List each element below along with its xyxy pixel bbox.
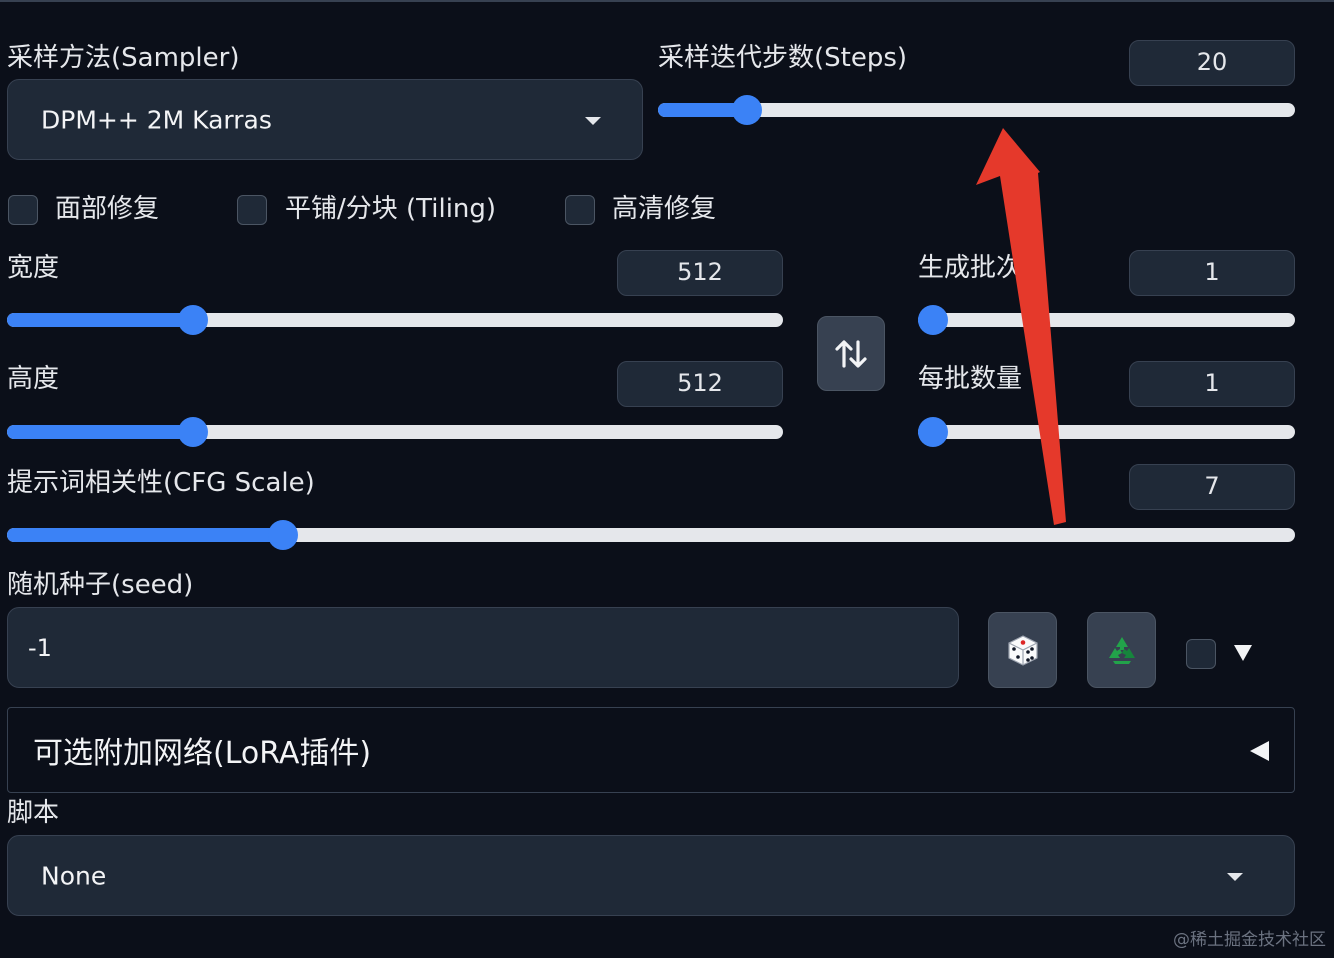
steps-number-input[interactable]: 20 <box>1129 40 1295 86</box>
steps-slider-thumb[interactable] <box>732 95 763 125</box>
batch-count-number-input[interactable]: 1 <box>1129 250 1295 296</box>
swap-dimensions-button[interactable] <box>817 316 885 391</box>
cfg-slider-fill <box>7 528 283 542</box>
tiling-checkbox[interactable] <box>237 195 267 225</box>
height-label: 高度 <box>7 364 60 394</box>
batch-count-slider[interactable] <box>918 305 1295 335</box>
watermark: @稀土掘金技术社区 <box>1173 930 1326 950</box>
steps-slider[interactable] <box>658 95 1295 125</box>
width-slider-thumb[interactable] <box>178 305 209 335</box>
height-number-input[interactable]: 512 <box>617 361 783 407</box>
hires-fix-checkbox[interactable] <box>565 195 595 225</box>
steps-label: 采样迭代步数(Steps) <box>658 43 908 73</box>
seed-input[interactable]: -1 <box>7 607 959 688</box>
tiling-label: 平铺/分块 (Tiling) <box>285 194 497 224</box>
cfg-slider-thumb[interactable] <box>267 520 298 550</box>
face-restore-label: 面部修复 <box>55 194 160 224</box>
face-restore-checkbox[interactable] <box>8 195 38 225</box>
seed-label: 随机种子(seed) <box>7 570 194 600</box>
script-label: 脚本 <box>7 798 60 828</box>
reuse-seed-button[interactable] <box>1087 612 1156 688</box>
batch-size-slider[interactable] <box>918 417 1295 447</box>
lora-accordion[interactable]: 可选附加网络(LoRA插件) <box>7 707 1295 793</box>
batch-count-label: 生成批次 <box>918 253 1023 283</box>
seed-value: -1 <box>28 633 52 662</box>
cfg-number-input[interactable]: 7 <box>1129 464 1295 510</box>
width-slider[interactable] <box>7 305 783 335</box>
batch-size-label: 每批数量 <box>918 364 1023 394</box>
height-slider-thumb[interactable] <box>178 417 209 447</box>
hires-fix-label: 高清修复 <box>612 194 717 224</box>
expand-triangle-icon[interactable] <box>1233 644 1253 662</box>
extra-seed-checkbox[interactable] <box>1186 639 1216 669</box>
cfg-label: 提示词相关性(CFG Scale) <box>7 468 315 498</box>
width-label: 宽度 <box>7 253 60 283</box>
sampler-value: DPM++ 2M Karras <box>41 105 272 134</box>
collapse-triangle-icon[interactable] <box>1248 740 1270 762</box>
chevron-down-icon <box>1227 872 1243 881</box>
batch-size-number-input[interactable]: 1 <box>1129 361 1295 407</box>
batch-size-slider-thumb[interactable] <box>918 417 948 447</box>
recycle-icon <box>1108 637 1135 664</box>
height-slider-fill <box>7 425 194 439</box>
script-dropdown[interactable]: None <box>7 835 1295 916</box>
height-slider[interactable] <box>7 417 783 447</box>
dice-icon <box>1007 635 1038 666</box>
chevron-down-icon <box>585 116 601 125</box>
batch-count-slider-thumb[interactable] <box>918 305 948 335</box>
lora-accordion-title: 可选附加网络(LoRA插件) <box>33 736 372 771</box>
script-value: None <box>41 861 107 890</box>
swap-arrows-icon <box>835 339 867 368</box>
top-divider <box>0 0 1334 2</box>
width-slider-fill <box>7 313 194 327</box>
cfg-slider[interactable] <box>7 520 1295 550</box>
random-seed-button[interactable] <box>988 612 1057 688</box>
sampler-dropdown[interactable]: DPM++ 2M Karras <box>7 79 643 160</box>
width-number-input[interactable]: 512 <box>617 250 783 296</box>
sampler-label: 采样方法(Sampler) <box>7 43 240 73</box>
